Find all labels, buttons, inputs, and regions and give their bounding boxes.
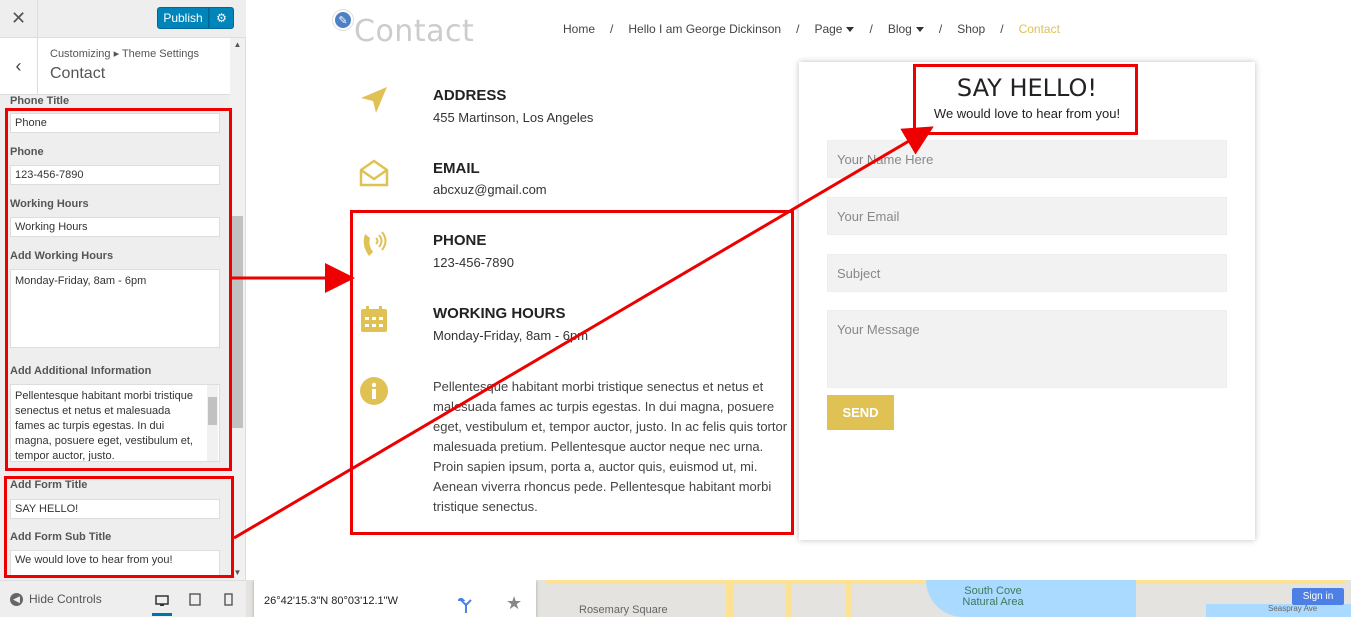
nav-separator: / [1000, 22, 1004, 36]
map-road [786, 580, 792, 617]
close-customizer-button[interactable]: ✕ [0, 0, 38, 37]
email-heading: EMAIL [433, 160, 480, 177]
main-nav: Home / Hello I am George Dickinson / Pag… [563, 22, 1060, 36]
back-button[interactable]: ‹ [0, 38, 38, 95]
publish-settings-button[interactable]: ⚙ [209, 7, 234, 29]
email-value: abcxuz@gmail.com [433, 182, 547, 197]
send-button[interactable]: SEND [827, 395, 894, 430]
map-signin-button[interactable]: Sign in [1292, 588, 1344, 605]
close-icon: ✕ [10, 8, 27, 28]
caret-down-icon [846, 27, 855, 33]
map-info-card: 26°42'15.3"N 80°03'12.1"W ★ [254, 580, 536, 617]
nav-page-label: Page [814, 22, 843, 36]
tablet-preview-button[interactable] [185, 590, 205, 608]
email-input[interactable]: Your Email [827, 197, 1227, 235]
mobile-preview-button[interactable] [218, 590, 238, 608]
customizer-window: ✕ Publish ⚙ ‹ Customizing ▸ Theme Settin… [0, 0, 1351, 617]
directions-icon[interactable] [458, 598, 474, 614]
scroll-up-icon[interactable]: ▲ [230, 40, 245, 52]
location-arrow-icon [359, 85, 389, 115]
map-road [726, 580, 734, 617]
edit-shortcut-icon[interactable]: ✎ [333, 10, 353, 30]
hide-controls-button[interactable]: ◀ Hide Controls [10, 592, 102, 606]
customizer-footer: ◀ Hide Controls [0, 580, 246, 617]
section-title: Contact [50, 65, 106, 82]
gear-icon: ⚙ [216, 11, 227, 25]
nav-about[interactable]: Hello I am George Dickinson [628, 22, 781, 36]
breadcrumb: Customizing ▸ Theme Settings [50, 48, 199, 60]
address-heading: ADDRESS [433, 87, 507, 104]
collapse-icon: ◀ [10, 592, 23, 606]
desktop-preview-button[interactable] [152, 589, 172, 616]
desktop-icon [155, 595, 169, 606]
phone-title-label: Phone Title [10, 95, 70, 107]
nav-separator: / [938, 22, 943, 36]
customizer-header: ✕ Publish ⚙ [0, 0, 246, 38]
address-value: 455 Martinson, Los Angeles [433, 110, 594, 125]
caret-down-icon [915, 27, 924, 33]
map-coordinates: 26°42'15.3"N 80°03'12.1"W [264, 595, 398, 607]
map[interactable]: 26°42'15.3"N 80°03'12.1"W ★ Rosemary Squ… [246, 580, 1351, 617]
page-title: Contact [354, 14, 475, 49]
nav-page[interactable]: Page [814, 22, 855, 36]
message-textarea[interactable]: Your Message [827, 310, 1227, 388]
sidebar-scroll-thumb[interactable] [232, 216, 243, 428]
nav-blog[interactable]: Blog [888, 22, 924, 36]
annotation-box-contact-info [350, 210, 794, 535]
annotation-box-contact-fields [5, 108, 232, 471]
annotation-box-form-heading [913, 64, 1138, 135]
map-label-southcove: South Cove Natural Area [962, 585, 1024, 608]
nav-home[interactable]: Home [563, 22, 595, 36]
nav-contact[interactable]: Contact [1019, 22, 1060, 36]
hide-controls-label: Hide Controls [29, 592, 102, 606]
star-icon[interactable]: ★ [506, 593, 522, 614]
map-label-seaspray: Seaspray Ave [1268, 604, 1318, 613]
nav-separator: / [796, 22, 800, 36]
section-title-bar: ‹ Customizing ▸ Theme Settings Contact [0, 38, 230, 95]
subject-input[interactable]: Subject [827, 254, 1227, 292]
annotation-box-form-fields [4, 476, 234, 578]
name-input[interactable]: Your Name Here [827, 140, 1227, 178]
nav-separator: / [610, 22, 614, 36]
envelope-open-icon [359, 158, 389, 188]
mobile-icon [223, 592, 233, 606]
publish-button[interactable]: Publish [157, 7, 209, 29]
map-road [846, 580, 852, 617]
nav-blog-label: Blog [887, 22, 912, 36]
nav-shop[interactable]: Shop [957, 22, 985, 36]
nav-separator: / [869, 22, 873, 36]
map-label-rosemary: Rosemary Square [579, 604, 668, 616]
tablet-icon [189, 592, 201, 606]
chevron-left-icon: ‹ [15, 56, 22, 76]
